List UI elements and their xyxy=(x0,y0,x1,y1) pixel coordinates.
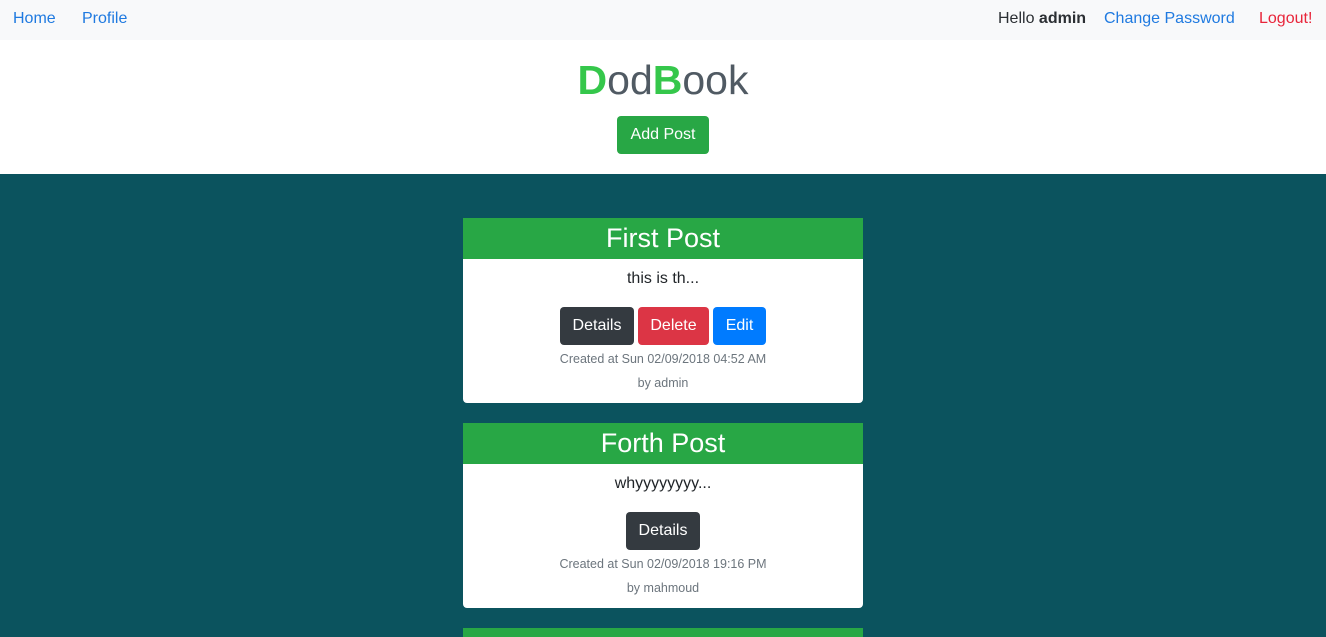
post-actions: Details xyxy=(463,512,863,550)
logo-text-od: od xyxy=(607,57,653,103)
greeting-prefix: Hello xyxy=(998,10,1035,27)
delete-button[interactable]: Delete xyxy=(638,307,709,345)
post-excerpt: this is th... xyxy=(626,270,700,287)
greeting-username: admin xyxy=(1038,10,1087,27)
details-button[interactable]: Details xyxy=(626,512,700,550)
page-header: DodBook Add Post xyxy=(0,40,1326,174)
logo-letter-d: D xyxy=(577,57,608,103)
top-navbar: Home Profile Hello admin Change Password… xyxy=(0,0,1326,40)
post-title-partial xyxy=(463,628,863,637)
logout-link[interactable]: Logout! xyxy=(1259,10,1312,28)
change-password-link[interactable]: Change Password xyxy=(1104,10,1235,28)
app-logo: DodBook xyxy=(0,56,1326,104)
greeting: Hello admin xyxy=(998,10,1086,28)
details-button[interactable]: Details xyxy=(560,307,634,345)
add-post-button[interactable]: Add Post xyxy=(617,116,709,154)
posts-feed: First Post this is th... Details Delete Ed… xyxy=(0,174,1326,637)
post-created-date: Created at Sun 02/09/2018 19:16 PM xyxy=(559,557,767,571)
post-author: by mahmoud xyxy=(626,581,700,595)
logo-letter-b: B xyxy=(652,57,683,103)
edit-button[interactable]: Edit xyxy=(713,307,766,345)
nav-profile-link[interactable]: Profile xyxy=(82,10,127,28)
post-actions: Details Delete Edit xyxy=(463,307,863,345)
post-title: First Post xyxy=(463,218,863,259)
post-created-date: Created at Sun 02/09/2018 04:52 AM xyxy=(559,352,767,366)
post-card-partial xyxy=(463,628,863,637)
post-card: Forth Post whyyyyyyyy... Details Created… xyxy=(463,423,863,608)
post-title: Forth Post xyxy=(463,423,863,464)
nav-home-link[interactable]: Home xyxy=(13,10,56,28)
post-card: First Post this is th... Details Delete Ed… xyxy=(463,218,863,403)
post-author: by admin xyxy=(637,376,689,390)
post-excerpt: whyyyyyyyy... xyxy=(614,475,712,492)
logo-text-ook: ook xyxy=(682,57,749,103)
